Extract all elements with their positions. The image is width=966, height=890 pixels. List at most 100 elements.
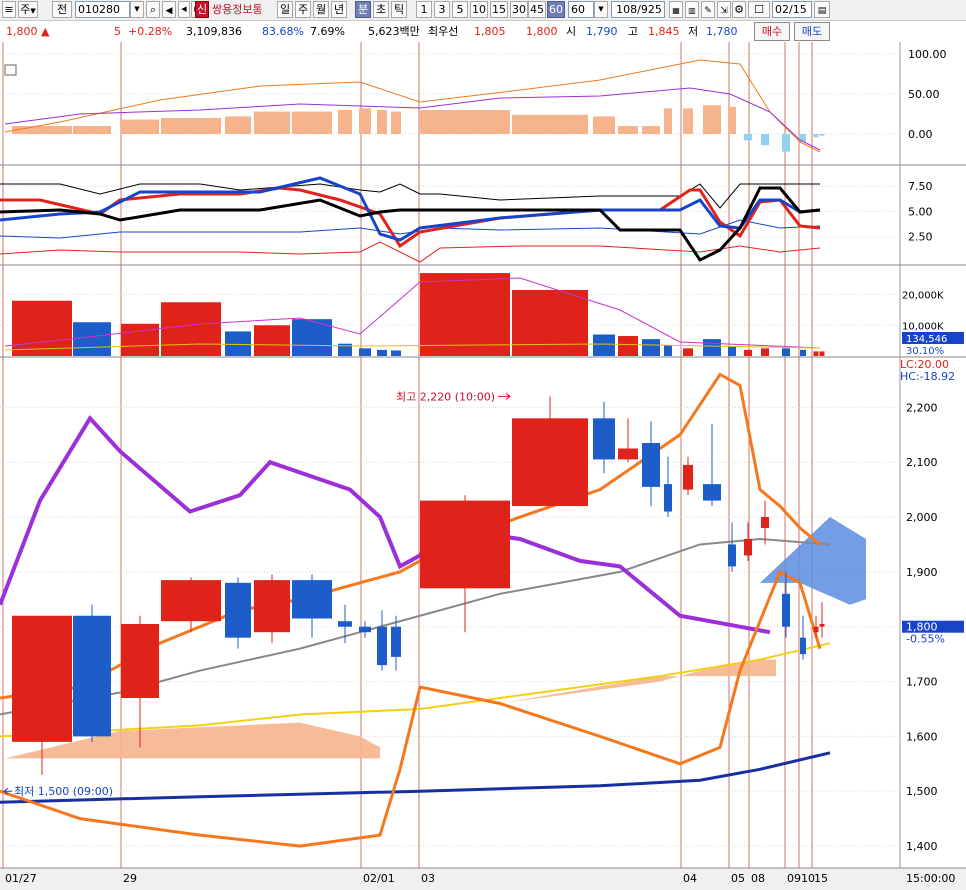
scroll-all-button[interactable]: ▦ [669, 1, 683, 18]
stock-menu-button[interactable]: ≡ [2, 1, 16, 18]
osc-bar [728, 106, 736, 134]
chart-background [0, 42, 966, 890]
interval-dropdown-button[interactable]: ▼ [594, 1, 608, 18]
candle-body [683, 464, 693, 490]
low-label: 저 [688, 25, 699, 38]
osc-bar [420, 110, 510, 134]
period-day-button[interactable]: 일 [277, 1, 293, 18]
interval-input[interactable]: 60 [568, 1, 594, 18]
zoom-out-button[interactable]: ▥ [685, 1, 699, 18]
code-dropdown-button[interactable]: ▼ [130, 1, 144, 18]
sound-button[interactable]: ◀ [162, 1, 176, 18]
volume-bar [121, 323, 159, 356]
time-axis-label: 04 [683, 872, 697, 885]
high-value: 1,845 [648, 25, 680, 38]
volume-bar [664, 345, 672, 356]
osc-axis-tick-label: 0.00 [908, 128, 933, 141]
candle-body [73, 615, 111, 737]
time-axis-label: 15 [814, 872, 828, 885]
period-tick-button[interactable]: 틱 [391, 1, 407, 18]
search-button[interactable]: ⌕ [146, 1, 160, 18]
calendar-button[interactable]: ▤ [814, 1, 830, 18]
volume-bar [12, 300, 72, 356]
candle-body [377, 626, 387, 666]
best-bid: 1,800 [526, 25, 558, 38]
stock-code-input[interactable]: 010280 [75, 1, 130, 18]
time-axis-label: 10 [801, 872, 815, 885]
osc-bar [359, 108, 371, 134]
interval-10-button[interactable]: 10 [470, 1, 488, 18]
stoch-axis-tick-label: 5.00 [908, 205, 933, 218]
export-icon: ⇲ [720, 6, 728, 16]
pen-icon: ✎ [704, 6, 712, 16]
osc-bar [254, 111, 290, 134]
prev-stock-button[interactable]: ◀ [178, 1, 190, 18]
checkbox-icon: ☐ [754, 3, 764, 16]
candle-body [420, 500, 510, 589]
price-axis-tick-label: 2,100 [906, 456, 938, 469]
osc-bar [391, 111, 401, 134]
volume-bar [744, 349, 752, 356]
candle-body [813, 626, 819, 633]
speaker-icon: ◀ [165, 6, 173, 16]
osc-bar [338, 110, 352, 134]
volume-current-value: 134,546 [906, 334, 947, 345]
option-checkbox[interactable]: ☐ [748, 1, 770, 18]
market-select[interactable]: 주▼ [18, 1, 38, 18]
volume-value: 3,109,836 [186, 25, 242, 38]
interval-30-button[interactable]: 30 [510, 1, 528, 18]
volume-axis-tick-label: 20,000K [902, 291, 944, 302]
high-label: 고 [628, 25, 639, 38]
volume-axis-tick-label: 10,000K [902, 321, 944, 332]
best-label: 최우선 [428, 25, 459, 38]
osc-bar [683, 108, 693, 134]
candle-body [618, 448, 638, 460]
period-week-button[interactable]: 주 [295, 1, 311, 18]
candle-body [391, 626, 401, 657]
interval-15-button[interactable]: 15 [490, 1, 508, 18]
period-year-button[interactable]: 년 [331, 1, 347, 18]
export-button[interactable]: ⇲ [717, 1, 731, 18]
interval-45-button[interactable]: 45 [528, 1, 546, 18]
buy-button[interactable]: 매수 [754, 22, 790, 41]
time-axis-label: 08 [751, 872, 765, 885]
candle-body [761, 517, 769, 528]
interval-5-button[interactable]: 5 [452, 1, 468, 18]
volume-bar [728, 346, 736, 356]
osc-axis-tick-label: 50.00 [908, 88, 940, 101]
current-price: 1,800 ▲ [6, 25, 50, 38]
osc-bar [73, 126, 111, 134]
turnover-ratio: 7.69% [310, 25, 345, 38]
sell-button[interactable]: 매도 [794, 22, 830, 41]
volume-bar [593, 334, 615, 356]
jeon-button[interactable]: 전 [52, 1, 72, 18]
period-second-button[interactable]: 초 [373, 1, 389, 18]
period-minute-button[interactable]: 분 [355, 1, 371, 18]
volume-bar [512, 289, 588, 356]
osc-bar [618, 126, 638, 134]
osc-bar [512, 114, 588, 134]
osc-bar [121, 119, 159, 134]
draw-tool-button[interactable]: ✎ [701, 1, 715, 18]
osc-bar [813, 134, 819, 138]
settings-button[interactable]: ⚙ [732, 1, 746, 18]
period-month-button[interactable]: 월 [313, 1, 329, 18]
price-axis-tick-label: 1,900 [906, 566, 938, 579]
stock-chart[interactable]: 100.00 50.00 0.00 7.50 5.00 2.50 20,000K 10,000… [0, 42, 966, 890]
volume-bar [254, 325, 290, 356]
arrow-left-icon: ◀ [181, 5, 187, 13]
osc-bar [377, 110, 387, 134]
interval-60-button[interactable]: 60 [547, 1, 565, 18]
interval-1-button[interactable]: 1 [416, 1, 432, 18]
candle-body [664, 484, 672, 512]
candle-body [121, 623, 159, 698]
caret-down-icon: ▼ [30, 7, 36, 15]
candle-body [161, 580, 221, 622]
candle-body [512, 418, 588, 507]
osc-bar [225, 116, 251, 134]
interval-3-button[interactable]: 3 [434, 1, 450, 18]
time-axis-label: 09 [787, 872, 801, 885]
candle-body [728, 544, 736, 567]
volume-bar [377, 349, 387, 356]
date-input[interactable]: 02/15 [772, 1, 812, 18]
